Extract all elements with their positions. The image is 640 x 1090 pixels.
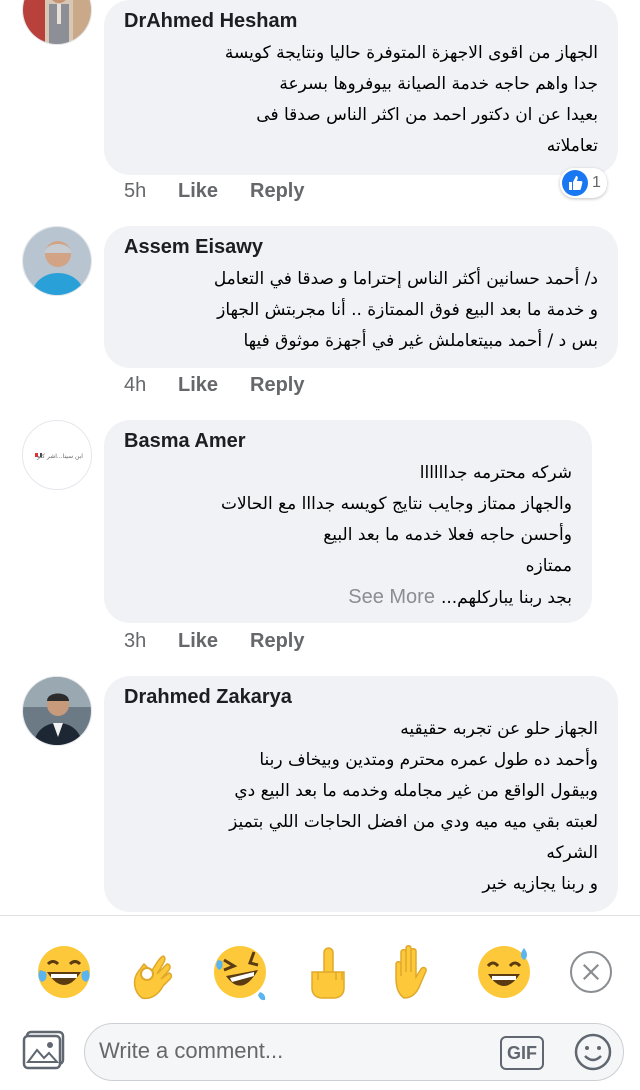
comment-author[interactable]: Assem Eisawy — [124, 236, 598, 259]
like-button[interactable]: Like — [178, 374, 250, 397]
comment-actions: 3h Like Reply — [124, 630, 304, 653]
comment-feed: DrAhmed Hesham الجهاز من اقوى الاجهزة ال… — [0, 0, 640, 915]
see-more-link[interactable]: See More — [348, 586, 435, 608]
comment-actions: 5h Like Reply — [124, 180, 304, 203]
rolling-laughing-emoji-icon[interactable] — [210, 942, 270, 1002]
comment-line: تعاملاته — [546, 136, 598, 156]
raised-hand-emoji-icon[interactable] — [386, 942, 446, 1002]
comment-author[interactable]: Drahmed Zakarya — [124, 686, 598, 709]
gif-button[interactable]: GIF — [500, 1036, 544, 1070]
comment-bubble: Assem Eisawy د/ أحمد حسانين أكثر الناس إ… — [104, 226, 618, 368]
comment-line: والجهاز ممتاز وجايب نتايج كويسه جدااا مع… — [220, 494, 572, 514]
photo-icon[interactable] — [22, 1030, 66, 1070]
comment-line-truncated: بجد ربنا يباركلهم... — [440, 588, 572, 608]
comment-line: بعيدا عن ان دكتور احمد من اكثر الناس صدق… — [256, 105, 598, 125]
reaction-count[interactable]: 1 — [560, 168, 607, 198]
comment-bubble: DrAhmed Hesham الجهاز من اقوى الاجهزة ال… — [104, 0, 618, 175]
quick-emoji-bar — [0, 915, 640, 1023]
reply-button[interactable]: Reply — [250, 630, 304, 653]
comment-line: وأحسن حاجه فعلا خدمه ما بعد البيع — [323, 525, 572, 545]
middle-finger-emoji-icon[interactable] — [298, 942, 358, 1002]
reaction-count-value: 1 — [592, 174, 601, 191]
comment-line: الشركه — [546, 843, 598, 863]
thumbs-up-icon — [562, 170, 588, 196]
comment-line: بس د / أحمد مبيتعاملش غير في أجهزة موثوق… — [243, 331, 598, 351]
comment-line: و ربنا يجازيه خير — [482, 874, 598, 894]
like-button[interactable]: Like — [178, 630, 250, 653]
avatar[interactable] — [22, 676, 92, 746]
comment-text: د/ أحمد حسانين أكثر الناس إحتراما و صدقا… — [124, 264, 598, 357]
comment-line: جدا واهم حاجه خدمة الصيانة بيوفروها بسرع… — [279, 74, 598, 94]
comment-actions: 4h Like Reply — [124, 374, 304, 397]
comment-input[interactable]: Write a comment... GIF — [84, 1023, 624, 1081]
reply-button[interactable]: Reply — [250, 374, 304, 397]
comment-bubble: Basma Amer شركه محترمه جداااااا والجهاز … — [104, 420, 592, 623]
close-icon[interactable] — [570, 951, 612, 993]
avatar[interactable] — [22, 0, 92, 45]
comment-line: الجهاز من اقوى الاجهزة المتوفرة حاليا ون… — [224, 43, 598, 63]
sweat-smile-emoji-icon[interactable] — [474, 942, 534, 1002]
comment-input-placeholder[interactable]: Write a comment... — [99, 1038, 283, 1064]
comment-author[interactable]: DrAhmed Hesham — [124, 10, 598, 33]
comment-line: وأحمد ده طول عمره محترم ومتدين وبيخاف رب… — [259, 750, 598, 770]
comment-timestamp[interactable]: 4h — [124, 374, 178, 397]
comment-line: وبيقول الواقع من غير مجامله وخدمه ما بعد… — [234, 781, 598, 801]
comment-composer: Write a comment... GIF — [0, 1023, 640, 1090]
comment-line: و خدمة ما بعد البيع فوق الممتازة .. أنا … — [217, 300, 598, 320]
comment-line: شركه محترمه جداااااا — [419, 463, 572, 483]
comment-line: لعبته بقي ميه ميه ودي من افضل الحاجات ال… — [229, 812, 598, 832]
comment-text: الجهاز من اقوى الاجهزة المتوفرة حاليا ون… — [124, 38, 598, 162]
comment-line: See More بجد ربنا يباركلهم... — [124, 582, 572, 614]
ok-hand-emoji-icon[interactable] — [122, 942, 182, 1002]
comment-author[interactable]: Basma Amer — [124, 430, 572, 453]
comment-text: الجهاز حلو عن تجربه حقيقيه وأحمد ده طول … — [124, 714, 598, 900]
comment-line: د/ أحمد حسانين أكثر الناس إحتراما و صدقا… — [213, 269, 598, 289]
comment-bubble: Drahmed Zakarya الجهاز حلو عن تجربه حقيق… — [104, 676, 618, 912]
comment-timestamp[interactable]: 5h — [124, 180, 178, 203]
comment-line: ممتازه — [525, 556, 572, 576]
avatar-logo-text: ابن سينا...اشر كلو — [36, 453, 83, 460]
laughing-tears-emoji-icon[interactable] — [34, 942, 94, 1002]
emoji-picker-icon[interactable] — [573, 1032, 613, 1072]
avatar[interactable]: ابن سينا...اشر كلو — [22, 420, 92, 490]
like-button[interactable]: Like — [178, 180, 250, 203]
comment-line: الجهاز حلو عن تجربه حقيقيه — [400, 719, 598, 739]
reply-button[interactable]: Reply — [250, 180, 304, 203]
avatar[interactable] — [22, 226, 92, 296]
comment-timestamp[interactable]: 3h — [124, 630, 178, 653]
comment-text: شركه محترمه جداااااا والجهاز ممتاز وجايب… — [124, 458, 572, 614]
